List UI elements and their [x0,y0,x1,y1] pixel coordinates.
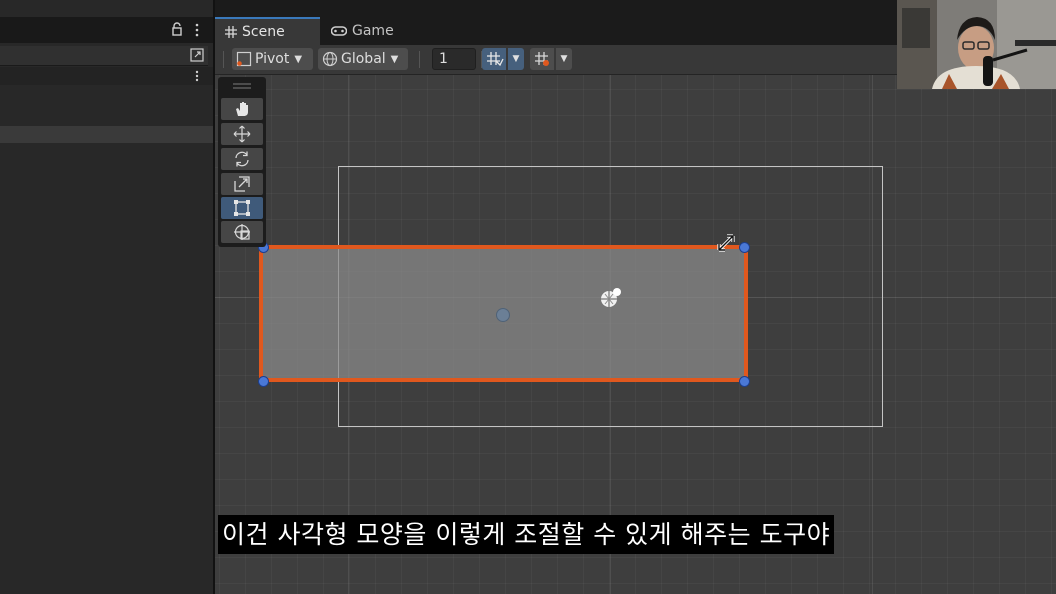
toolbar-separator [223,51,224,68]
more-menu-icon[interactable] [195,23,199,37]
resize-cursor-icon [717,234,735,252]
rect-transform-icon [234,200,250,216]
hand-icon [236,102,248,116]
rect-handle-top-right[interactable] [739,242,750,253]
pivot-icon [236,51,252,67]
tab-game-label: Game [352,23,394,39]
globe-icon [322,51,338,67]
tab-game[interactable]: Game [328,17,411,45]
grip-icon[interactable] [233,83,251,89]
grid-visibility-button[interactable] [482,48,506,70]
webcam-presenter-image [897,0,1056,89]
grid-snap-icon [535,52,549,66]
maximize-icon[interactable] [190,48,204,62]
tab-scene-label: Scene [242,24,285,40]
hierarchy-scene-row[interactable] [0,67,213,85]
move-tool[interactable] [221,123,263,145]
scale-tool[interactable] [221,173,263,195]
chevron-down-icon: ▼ [294,53,303,65]
rect-handle-bottom-left[interactable] [258,376,269,387]
grid-size-field[interactable]: 1 [432,48,476,70]
hierarchy-panel [0,0,213,594]
global-label: Global [341,51,386,67]
pivot-label: Pivot [255,51,290,67]
tools-palette [218,77,266,247]
move-arrows-icon [233,125,251,143]
pivot-dropdown[interactable]: Pivot ▼ [232,48,313,70]
transform-icon [234,224,250,240]
gamepad-icon [331,26,347,36]
transform-tool[interactable] [221,221,263,243]
hierarchy-search-row[interactable] [0,46,208,66]
rotate-tool[interactable] [221,148,263,170]
scale-icon [234,176,250,192]
video-subtitle: 이건 사각형 모양을 이렇게 조절할 수 있게 해주는 도구야 [218,515,835,554]
lock-icon[interactable] [170,22,184,36]
chevron-down-icon: ▼ [390,53,399,65]
global-dropdown[interactable]: Global ▼ [318,48,408,70]
grid-snap-button[interactable] [530,48,554,70]
grid-visibility-dropdown[interactable]: ▼ [508,48,524,70]
scene-row-menu-icon[interactable] [195,70,199,82]
rect-handle-bottom-right[interactable] [739,376,750,387]
rect-pivot-handle[interactable] [496,308,510,322]
tab-scene[interactable]: Scene [215,17,320,45]
rotate-icon [235,151,249,167]
light-gizmo-icon [601,288,621,307]
toolbar-separator [419,51,420,68]
hand-tool[interactable] [221,98,263,120]
hierarchy-selected-item[interactable] [0,126,213,143]
webcam-overlay [897,0,1056,89]
grid-visibility-icon [487,52,504,67]
grid-snap-dropdown[interactable]: ▼ [556,48,572,70]
grid-hash-icon [225,26,237,38]
rect-tool[interactable] [221,197,263,219]
